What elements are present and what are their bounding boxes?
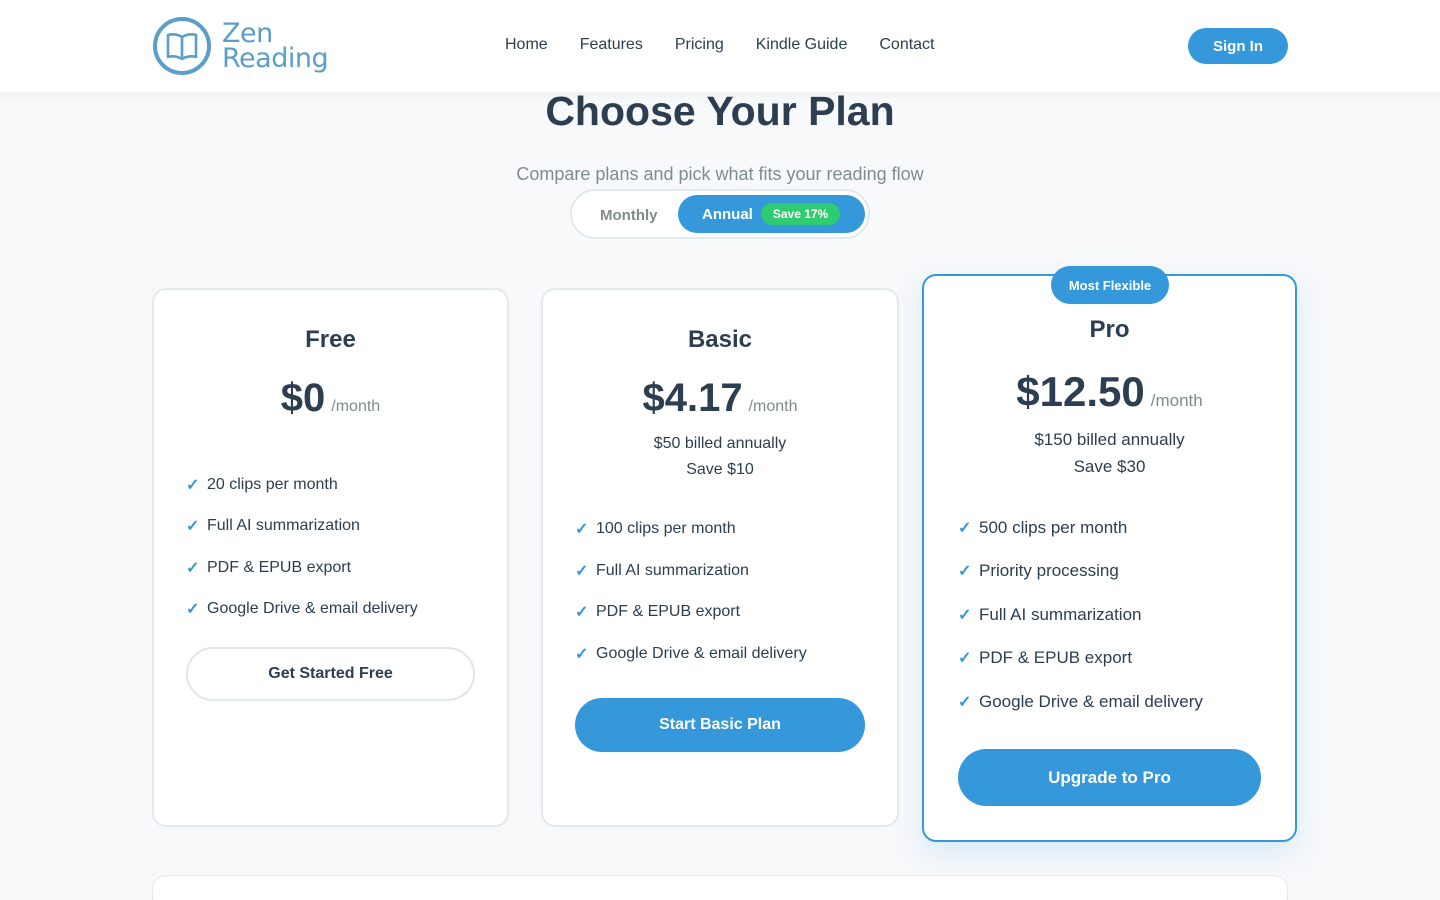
feature-item: ✓ Full AI summarization bbox=[186, 506, 418, 548]
feature-text: 100 clips per month bbox=[596, 519, 736, 537]
plan-card-free: Free $0/month ✓ 20 clips per month ✓ Full … bbox=[152, 288, 509, 827]
comparison-panel bbox=[152, 875, 1288, 900]
plan-name: Free bbox=[305, 326, 356, 353]
toggle-annual[interactable]: Annual Save 17% bbox=[678, 195, 865, 233]
logo[interactable]: Zen Reading bbox=[152, 16, 329, 76]
feature-text: Full AI summarization bbox=[207, 517, 360, 535]
check-icon: ✓ bbox=[958, 650, 972, 668]
price-row: $4.17/month bbox=[543, 376, 897, 421]
check-icon: ✓ bbox=[186, 559, 200, 577]
billing-note: $150 billed annually bbox=[1034, 430, 1185, 449]
feature-item: ✓ 500 clips per month bbox=[958, 506, 1203, 550]
check-icon: ✓ bbox=[958, 606, 972, 624]
save-badge: Save 17% bbox=[760, 203, 841, 225]
brand-name: Zen Reading bbox=[222, 20, 329, 74]
feature-text: Google Drive & email delivery bbox=[596, 644, 807, 662]
feature-item: ✓ PDF & EPUB export bbox=[575, 591, 807, 633]
site-header: Zen Reading Home Features Pricing Kindle… bbox=[0, 0, 1440, 92]
toggle-annual-label: Annual bbox=[702, 205, 753, 223]
nav-home[interactable]: Home bbox=[505, 35, 548, 55]
check-icon: ✓ bbox=[575, 645, 589, 663]
feature-text: PDF & EPUB export bbox=[207, 558, 352, 576]
price-row: $12.50/month bbox=[924, 368, 1295, 416]
savings-note: Save $30 bbox=[1073, 457, 1146, 476]
plan-period: /month bbox=[1150, 391, 1203, 410]
feature-list: ✓ 500 clips per month ✓ Priority processin… bbox=[958, 506, 1203, 724]
plan-period: /month bbox=[748, 398, 798, 415]
main-nav: Home Features Pricing Kindle Guide Conta… bbox=[505, 35, 967, 55]
plan-period: /month bbox=[331, 398, 381, 415]
check-icon: ✓ bbox=[958, 693, 972, 711]
feature-item: ✓ PDF & EPUB export bbox=[958, 637, 1203, 681]
feature-text: Full AI summarization bbox=[596, 561, 749, 579]
open-book-icon bbox=[153, 17, 211, 75]
plan-name: Pro bbox=[1089, 316, 1130, 343]
feature-list: ✓ 20 clips per month ✓ Full AI summarizati… bbox=[186, 464, 418, 630]
start-basic-plan-button[interactable]: Start Basic Plan bbox=[575, 698, 865, 752]
feature-text: Priority processing bbox=[979, 561, 1119, 581]
plan-card-basic: Basic $4.17/month $50 billed annually Sa… bbox=[541, 288, 899, 827]
check-icon: ✓ bbox=[575, 562, 589, 580]
most-flexible-badge: Most Flexible bbox=[1051, 266, 1169, 304]
billing-toggle: Monthly Annual Save 17% bbox=[570, 189, 870, 239]
get-started-free-button[interactable]: Get Started Free bbox=[186, 647, 475, 701]
upgrade-to-pro-button[interactable]: Upgrade to Pro bbox=[958, 749, 1261, 806]
brand-line-2: Reading bbox=[222, 43, 329, 74]
feature-item: ✓ PDF & EPUB export bbox=[186, 547, 418, 589]
feature-text: 500 clips per month bbox=[979, 517, 1128, 537]
price-row: $0/month bbox=[154, 376, 507, 421]
nav-contact[interactable]: Contact bbox=[879, 35, 934, 55]
feature-item: ✓ Google Drive & email delivery bbox=[575, 633, 807, 675]
feature-item: ✓ Full AI summarization bbox=[958, 593, 1203, 637]
feature-item: ✓ Google Drive & email delivery bbox=[958, 680, 1203, 724]
check-icon: ✓ bbox=[958, 563, 972, 581]
feature-list: ✓ 100 clips per month ✓ Full AI summarizat… bbox=[575, 508, 807, 675]
check-icon: ✓ bbox=[575, 604, 589, 622]
nav-pricing[interactable]: Pricing bbox=[675, 35, 724, 55]
feature-text: Full AI summarization bbox=[979, 604, 1142, 624]
feature-text: Google Drive & email delivery bbox=[207, 600, 418, 618]
billing-note: $50 billed annually bbox=[653, 435, 787, 452]
page-subtitle: Compare plans and pick what fits your re… bbox=[516, 164, 924, 184]
check-icon: ✓ bbox=[186, 476, 200, 494]
nav-features[interactable]: Features bbox=[580, 35, 643, 55]
feature-item: ✓ Google Drive & email delivery bbox=[186, 589, 418, 631]
feature-item: ✓ Priority processing bbox=[958, 550, 1203, 594]
plan-name: Basic bbox=[687, 326, 753, 353]
plan-price: $0 bbox=[280, 376, 326, 420]
sign-in-button[interactable]: Sign In bbox=[1188, 28, 1288, 64]
feature-text: PDF & EPUB export bbox=[979, 648, 1133, 668]
savings-note: Save $10 bbox=[686, 461, 754, 478]
check-icon: ✓ bbox=[575, 520, 589, 538]
feature-item: ✓ 20 clips per month bbox=[186, 464, 418, 506]
feature-text: PDF & EPUB export bbox=[596, 603, 741, 621]
page-title: Choose Your Plan bbox=[545, 88, 895, 134]
nav-kindle-guide[interactable]: Kindle Guide bbox=[756, 35, 848, 55]
plan-card-pro: Pro $12.50/month $150 billed annually Sa… bbox=[922, 274, 1297, 842]
feature-item: ✓ 100 clips per month bbox=[575, 508, 807, 550]
feature-text: Google Drive & email delivery bbox=[979, 691, 1203, 711]
check-icon: ✓ bbox=[186, 601, 200, 619]
feature-text: 20 clips per month bbox=[207, 475, 338, 493]
check-icon: ✓ bbox=[958, 519, 972, 537]
plan-price: $12.50 bbox=[1016, 368, 1145, 415]
feature-item: ✓ Full AI summarization bbox=[575, 550, 807, 592]
check-icon: ✓ bbox=[186, 518, 200, 536]
plan-price: $4.17 bbox=[642, 376, 743, 420]
toggle-monthly[interactable]: Monthly bbox=[600, 207, 658, 224]
